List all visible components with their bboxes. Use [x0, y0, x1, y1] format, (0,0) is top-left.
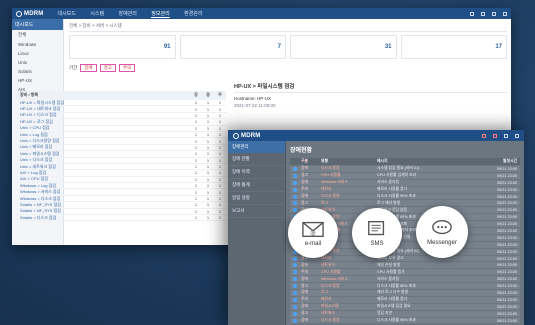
filter-chip[interactable]: 주의: [118, 64, 136, 72]
status-dot: [293, 318, 297, 323]
nav-item[interactable]: 장애관리: [118, 11, 136, 17]
bell-icon[interactable]: [492, 11, 496, 16]
status-dot: [293, 284, 297, 289]
table-row[interactable]: 장애 Windows 서비스 서비스 중지됨 09/21 23:00: [290, 180, 520, 187]
status-dot: [293, 173, 297, 178]
front-top-bar: MDRM: [228, 130, 524, 141]
messenger-channel[interactable]: Messenger: [416, 206, 468, 258]
stat-card[interactable]: 31: [290, 35, 397, 59]
table-row[interactable]: Solaris > 디스크 점검 1 1 1: [16, 215, 226, 222]
front-sidebar: 장애관리 장애 현황 장애 이력 장애 통계 알림 설정 보고서: [228, 141, 285, 325]
top-icons: [482, 133, 519, 138]
sidebar-item[interactable]: 장애 통계: [228, 179, 285, 192]
sidebar-item[interactable]: 전체: [12, 30, 63, 40]
stat-card[interactable]: 7: [179, 35, 286, 59]
breadcrumb: 전체 > 장비 > 서버 > 시스템: [69, 21, 507, 32]
envelope-icon: @: [302, 221, 324, 237]
table-row[interactable]: 주의 CPU 사용률 CPU 사용률 증가 09/21 23:00: [290, 269, 520, 277]
page-title: 장애현황: [290, 148, 313, 154]
status-dot: [293, 201, 297, 206]
check-table: 장비 / 항목 장 경 주 HP-UX > 파일시스템 점검 1 1 1 HP-UX >…: [16, 91, 226, 222]
svg-text:@: @: [310, 230, 316, 236]
status-dot: [293, 297, 297, 302]
table-row[interactable]: 장애 네트워크 패킷 손실 발생 09/21 23:00: [290, 262, 520, 270]
detail-panel: HP-UX > 파일시스템 점검 Hostname: HP-UX 2021-07…: [234, 80, 507, 108]
stat-row: 91 7 31 17: [69, 35, 507, 59]
sidebar-item[interactable]: Unix: [12, 58, 63, 67]
nav-item[interactable]: 환경관리: [184, 11, 202, 17]
email-label: e-mail: [304, 240, 322, 247]
status-dot: [293, 311, 297, 316]
filter-bar: 기간 장애 경고 주의: [69, 64, 507, 72]
sidebar-item[interactable]: Solaris: [12, 67, 63, 76]
nav-item[interactable]: 시스템: [90, 11, 104, 17]
table-row[interactable]: 장애 디스크 용량 시스템 점검 필요 (서버 01) 09/21 23:00: [290, 166, 520, 173]
filter-label: 기간: [69, 65, 78, 70]
sidebar-item[interactable]: Windows: [12, 40, 63, 49]
filter-chip[interactable]: 경고: [99, 64, 116, 72]
status-dot: [293, 277, 297, 282]
message-icon: [368, 220, 385, 235]
status-dot: [293, 270, 297, 275]
table-header: 구분 유형 메시지 발생시간: [290, 158, 520, 166]
table-row[interactable]: 장애 로그 에러 로그 다수 발생 09/21 23:00: [290, 290, 520, 297]
table-row[interactable]: 경고 로그 로그 에러 발생 09/21 23:00: [290, 200, 520, 208]
app-logo[interactable]: MDRM: [233, 132, 260, 139]
status-dot: [293, 256, 297, 261]
sidebar-item[interactable]: Linux: [12, 49, 63, 58]
filter-chip[interactable]: 장애: [80, 64, 97, 72]
settings-icon[interactable]: [470, 11, 474, 16]
logout-icon[interactable]: [503, 11, 507, 16]
table-row[interactable]: 주의 메모리 메모리 사용률 증가 09/21 23:00: [290, 187, 520, 194]
status-dot: [293, 304, 297, 309]
settings-icon[interactable]: [515, 133, 519, 138]
messenger-label: Messenger: [427, 239, 457, 246]
sms-channel[interactable]: SMS: [352, 208, 402, 258]
sidebar-item[interactable]: 알림 설정: [228, 192, 285, 205]
sidebar-head: 대시보드: [12, 19, 63, 30]
table-row[interactable]: 장애 디스크 용량 디스크 사용률 90% 초과 09/21 23:00: [290, 194, 520, 201]
table-row[interactable]: 경고 디스크 용량 디스크 사용률 85% 초과 09/21 23:00: [290, 283, 520, 291]
email-channel[interactable]: @ e-mail: [288, 208, 338, 258]
user-icon[interactable]: [481, 11, 485, 16]
table-row[interactable]: 장애 파일시스템 파일시스템 점검 필요 09/21 23:00: [290, 304, 520, 311]
table-row[interactable]: 장애 Windows 서비스 서비스 중지됨 09/21 23:00: [290, 276, 520, 284]
status-dot: [293, 180, 297, 185]
top-icons: [470, 11, 507, 16]
app-logo[interactable]: MDRM: [16, 10, 43, 17]
status-dot: [293, 187, 297, 192]
table-row[interactable]: 경고 메모리 메모리 부족 경고 09/21 23:00: [290, 256, 520, 263]
table-row[interactable]: 장애 디스크 용량 디스크 사용률 95% 초과 09/21 23:00: [290, 318, 520, 325]
sms-label: SMS: [370, 240, 384, 247]
mail-icon[interactable]: [482, 133, 486, 138]
status-dot: [293, 208, 297, 213]
top-nav: 대시보드 시스템 장애관리 정보관리 환경관리: [57, 10, 215, 18]
status-dot: [293, 166, 297, 171]
nav-item[interactable]: 정보관리: [151, 11, 170, 18]
sidebar-head: 장애관리: [228, 141, 285, 153]
detail-date: 2021-07-22 11:00:00: [234, 103, 276, 108]
table-row[interactable]: 경고 네트워크 응답 지연 09/21 23:00: [290, 311, 520, 318]
detail-host: Hostname: HP-UX: [234, 96, 272, 101]
detail-title: HP-UX > 파일시스템 점검: [234, 80, 507, 93]
stat-card[interactable]: 91: [69, 35, 176, 59]
stat-card[interactable]: 17: [400, 35, 507, 59]
table-header: 장비 / 항목 장 경 주: [16, 91, 226, 100]
bell-icon[interactable]: [493, 133, 497, 138]
sidebar-item[interactable]: HP-UX: [12, 76, 63, 85]
nav-item[interactable]: 대시보드: [57, 11, 75, 17]
table-row[interactable]: 주의 메모리 메모리 사용률 증가 09/21 23:00: [290, 297, 520, 304]
table-row[interactable]: 경고CPU 사용률CPU 사용률 임계치 초과09/21 23:00: [290, 173, 520, 180]
user-icon[interactable]: [504, 133, 508, 138]
chat-bubble-icon: [432, 219, 452, 234]
sidebar-item[interactable]: 장애 현황: [228, 153, 285, 166]
sidebar-item[interactable]: 보고서: [228, 205, 285, 218]
status-dot: [293, 263, 297, 268]
sidebar-item[interactable]: 장애 이력: [228, 166, 285, 179]
status-dot: [293, 194, 297, 199]
top-bar: MDRM 대시보드 시스템 장애관리 정보관리 환경관리: [12, 8, 511, 19]
status-dot: [293, 290, 297, 295]
